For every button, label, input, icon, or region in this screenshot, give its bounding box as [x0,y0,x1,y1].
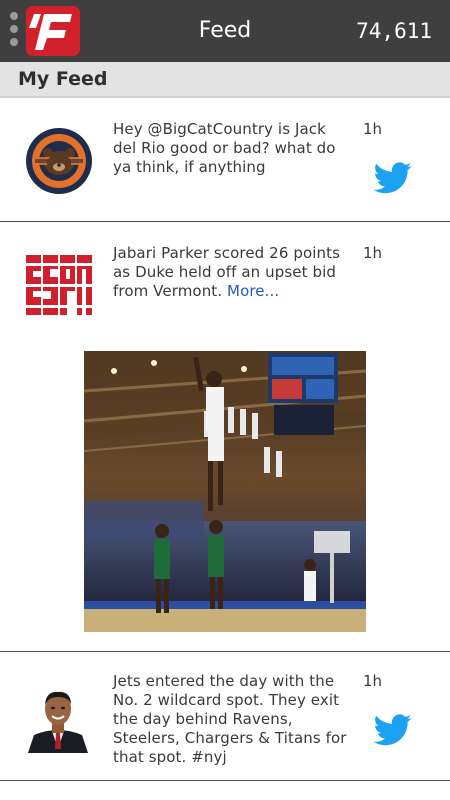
logo-f-icon [26,6,80,56]
feed-item-text: Hey @BigCatCountry is Jack del Rio good … [113,120,336,176]
feed-item-time: 1h [363,244,383,262]
section-header: My Feed [0,62,450,98]
section-title: My Feed [18,68,108,90]
menu-icon[interactable] [10,12,20,52]
app-logo[interactable] [26,6,80,56]
feed-item-text: Jets entered the day with the No. 2 wild… [113,672,347,766]
feed-item-time: 1h [363,672,383,690]
top-bar: Feed 74,611 [0,0,450,62]
twitter-icon[interactable] [373,714,412,746]
espn-logo-avatar [24,251,94,319]
more-link[interactable]: More... [227,282,279,300]
basketball-photo[interactable] [84,351,366,632]
reporter-avatar [24,683,92,753]
feed-item[interactable]: Hey @BigCatCountry is Jack del Rio good … [0,98,450,222]
feed-item-text: Jabari Parker scored 26 points as Duke h… [113,244,353,301]
bears-logo-avatar [24,126,94,196]
feed-item[interactable]: Jets entered the day with the No. 2 wild… [0,652,450,781]
twitter-icon[interactable] [373,162,412,194]
feed-bottom-spacer [0,781,450,800]
feed-item[interactable]: Jabari Parker scored 26 points as Duke h… [0,222,450,652]
points-counter: 74,611 [356,19,432,43]
feed-item-time: 1h [363,120,383,138]
